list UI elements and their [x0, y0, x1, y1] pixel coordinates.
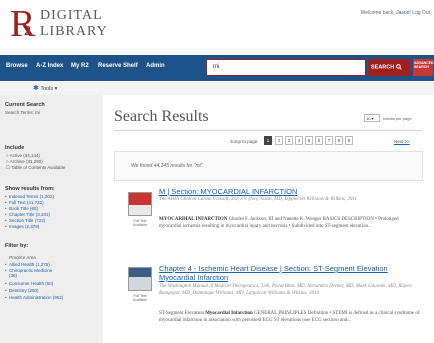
- book-cover-image[interactable]: [128, 267, 152, 291]
- per-page-select[interactable]: 10 ▾: [364, 114, 380, 122]
- page-title: Search Results: [114, 108, 209, 125]
- full-text-badge: Full Text Available: [132, 294, 148, 302]
- include-active-label: Active (44,144): [9, 153, 40, 158]
- result-meta: The AIHA Clinical Cardio Consult, 3rd, J…: [159, 197, 358, 202]
- next-page-link[interactable]: Next >>: [394, 139, 410, 144]
- page-4[interactable]: 4: [295, 136, 303, 145]
- result-title[interactable]: M | Section: MYOCARDIAL INFARCTION: [159, 187, 421, 196]
- logo-r[interactable]: R: [10, 2, 35, 46]
- advanced-search-button[interactable]: ADVANCED SEARCH: [413, 59, 434, 76]
- logo-text-library[interactable]: LIBRARY: [40, 24, 108, 40]
- header: R 2 DIGITAL LIBRARY Welcome back, Jason!…: [0, 0, 434, 48]
- magnifier-icon: [395, 64, 402, 70]
- result-meta: The Washington Manual of Medical Therape…: [159, 284, 412, 296]
- result-title[interactable]: Chapter 4 - Ischemic Heart Disease | Sec…: [159, 264, 421, 282]
- show-images[interactable]: Images (2,378): [5, 224, 39, 229]
- user-link[interactable]: Jason!: [396, 10, 411, 16]
- show-chapter-title[interactable]: Chapter Title (3,331): [5, 212, 50, 217]
- search-value: mi: [213, 64, 220, 70]
- book-cover-image[interactable]: [128, 192, 152, 216]
- include-archive[interactable]: ○ Archive (31,290): [6, 159, 43, 164]
- page-8[interactable]: 8: [335, 136, 343, 145]
- per-page-value: 10: [366, 116, 371, 121]
- nav-browse[interactable]: Browse: [6, 63, 28, 69]
- tools-icon: ✱: [33, 85, 39, 92]
- search-button-label: SEARCH: [371, 64, 395, 71]
- result-snippet: MYOCARDIAL INFARCTION Charles F. Jackson…: [159, 217, 421, 230]
- result-snippet-pre: ST-Segment Elevation: [159, 311, 206, 316]
- nav-my-r2[interactable]: My R2: [71, 63, 89, 69]
- results-count: We found 44,145 results for "mi".: [131, 163, 204, 169]
- include-heading: Include: [5, 145, 25, 151]
- page-1[interactable]: 1: [264, 136, 272, 145]
- page-2[interactable]: 2: [275, 136, 283, 145]
- filter-health-administration[interactable]: Health Administration (962): [5, 295, 64, 300]
- result-snippet-highlight: Myocardial Infarction: [205, 311, 253, 316]
- tools-menu[interactable]: ✱ Tools ▾: [33, 84, 57, 92]
- show-results-heading: Show results from:: [5, 186, 55, 192]
- result-snippet: ST-Segment Elevation Myocardial Infarcti…: [159, 311, 421, 324]
- filter-chiropractic[interactable]: Chiropractic Medicine (36): [5, 268, 59, 278]
- jump-to-page-label: Jump to page:: [230, 139, 259, 144]
- show-full-text[interactable]: Full Text (41,722): [5, 200, 44, 205]
- page-6[interactable]: 6: [315, 136, 323, 145]
- main-nav: Browse A-Z Index My R2 Reserve Shelf Adm…: [0, 55, 434, 81]
- filter-allied-health[interactable]: Allied Health (1,275): [5, 262, 50, 267]
- practice-area-label: Practice Area: [9, 255, 36, 260]
- logout-link[interactable]: Log Out: [411, 10, 430, 16]
- filter-dentistry[interactable]: Dentistry (250): [5, 288, 38, 293]
- current-search-terms: Search Terms: mi: [5, 110, 40, 115]
- page-5[interactable]: 5: [305, 136, 313, 145]
- per-page-label: results per page: [383, 116, 412, 121]
- sidebar: Current Search Search Terms: mi Include …: [0, 95, 103, 343]
- include-archive-label: Archive (31,290): [9, 159, 43, 164]
- current-search-heading: Current Search: [5, 102, 45, 108]
- results-count-box: We found 44,145 results for "mi".: [114, 151, 423, 181]
- tools-label: Tools: [40, 86, 54, 92]
- divider: [114, 130, 422, 131]
- nav-reserve-shelf[interactable]: Reserve Shelf: [98, 63, 138, 69]
- filter-heading: Filter by:: [5, 243, 29, 249]
- page-9[interactable]: 9: [345, 136, 353, 145]
- logo-text-digital[interactable]: DIGITAL: [40, 8, 103, 24]
- logo-2[interactable]: 2: [24, 24, 31, 40]
- include-toc[interactable]: ☐ Table of Contents Available: [6, 165, 66, 170]
- show-section-title[interactable]: Section Title (722): [5, 218, 45, 223]
- welcome-message: Welcome back, Jason! Log Out: [361, 10, 430, 16]
- full-text-badge: Full Text Available: [132, 219, 148, 227]
- search-button[interactable]: SEARCH: [368, 59, 410, 76]
- page-3[interactable]: 3: [285, 136, 293, 145]
- welcome-prefix: Welcome back,: [360, 10, 397, 16]
- nav-az-index[interactable]: A-Z Index: [36, 63, 63, 69]
- result-snippet-highlight: MYOCARDIAL INFARCTION: [159, 217, 228, 222]
- tools-bar: ✱ Tools ▾: [0, 81, 434, 95]
- filter-consumer-health[interactable]: Consumer Health (50): [5, 281, 53, 286]
- include-toc-label: Table of Contents Available: [11, 165, 66, 170]
- page-7[interactable]: 7: [325, 136, 333, 145]
- show-indexed-terms[interactable]: Indexed Terms (1,002): [5, 194, 54, 199]
- show-book-title[interactable]: Book Title (65): [5, 206, 38, 211]
- include-active[interactable]: ○ Active (44,144): [6, 153, 40, 158]
- nav-admin[interactable]: Admin: [146, 63, 165, 69]
- search-input[interactable]: mi: [206, 59, 366, 76]
